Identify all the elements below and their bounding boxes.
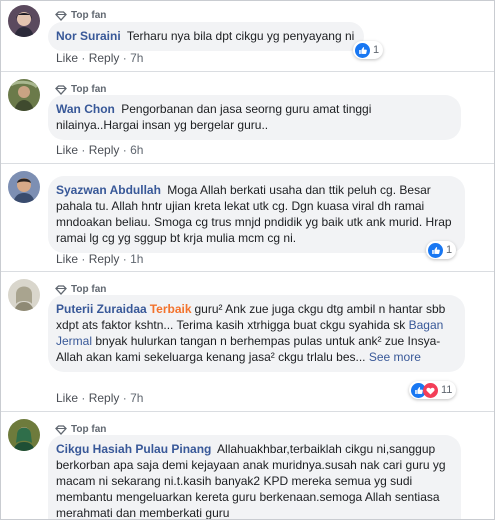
comment-bubble: Wan Chon Pengorbanan dan jasa seorng gur… (48, 95, 461, 140)
comment-feed: Top fan Nor Suraini Terharu nya bila dpt… (0, 0, 495, 520)
like-link[interactable]: Like (56, 391, 78, 405)
diamond-icon (55, 284, 67, 295)
comment-bubble: Cikgu Hasiah Pulau Pinang Allahuakhbar,t… (48, 435, 461, 519)
commenter-name[interactable]: Puterii Zuraidaa (56, 302, 147, 316)
timestamp[interactable]: 7h (130, 391, 143, 405)
reaction-count[interactable]: 1 (426, 241, 457, 259)
divider (1, 71, 494, 72)
comment-bubble: Puterii Zuraidaa Terbaik guru² Ank zue jug… (48, 295, 465, 372)
timestamp[interactable]: 6h (130, 143, 143, 157)
reply-link[interactable]: Reply (89, 143, 120, 157)
top-fan-badge: Top fan (55, 10, 106, 21)
see-more-link[interactable]: See more (369, 350, 421, 364)
reply-link[interactable]: Reply (89, 391, 120, 405)
diamond-icon (55, 424, 67, 435)
avatar[interactable] (8, 279, 40, 311)
commenter-name[interactable]: Wan Chon (56, 102, 115, 116)
avatar[interactable] (8, 419, 40, 451)
top-fan-badge: Top fan (55, 84, 106, 95)
top-commenter-badge: Terbaik (149, 302, 192, 316)
timestamp[interactable]: 7h (130, 51, 143, 65)
divider (1, 271, 494, 272)
timestamp[interactable]: 1h (130, 252, 143, 266)
comment-bubble: Syazwan Abdullah Moga Allah berkati usah… (48, 176, 465, 253)
divider (1, 163, 494, 164)
top-fan-badge: Top fan (55, 424, 106, 435)
love-reaction-icon (423, 382, 438, 398)
like-link[interactable]: Like (56, 143, 78, 157)
avatar[interactable] (8, 79, 40, 111)
like-link[interactable]: Like (56, 252, 78, 266)
comment-actions: Like · Reply · 6h (56, 143, 144, 157)
comment-actions: Like · Reply · 7h (56, 51, 144, 65)
comment-bubble: Nor Suraini Terharu nya bila dpt cikgu y… (48, 22, 365, 51)
like-reaction-icon (355, 42, 370, 58)
commenter-name[interactable]: Cikgu Hasiah Pulau Pinang (56, 442, 211, 456)
reaction-count[interactable]: 1 (353, 41, 384, 59)
commenter-name[interactable]: Syazwan Abdullah (56, 183, 161, 197)
divider (1, 411, 494, 412)
avatar[interactable] (8, 5, 40, 37)
comment-actions: Like · Reply · 1h (56, 252, 144, 266)
diamond-icon (55, 84, 67, 95)
comment-actions: Like · Reply · 7h (56, 391, 144, 405)
diamond-icon (55, 10, 67, 21)
top-fan-badge: Top fan (55, 284, 106, 295)
like-link[interactable]: Like (56, 51, 78, 65)
commenter-name[interactable]: Nor Suraini (56, 29, 121, 43)
like-reaction-icon (428, 242, 443, 258)
comment-text: Terharu nya bila dpt cikgu yg penyayang … (126, 29, 355, 43)
reaction-count[interactable]: 11 (409, 381, 457, 399)
avatar[interactable] (8, 171, 40, 203)
reply-link[interactable]: Reply (89, 51, 120, 65)
reply-link[interactable]: Reply (89, 252, 120, 266)
